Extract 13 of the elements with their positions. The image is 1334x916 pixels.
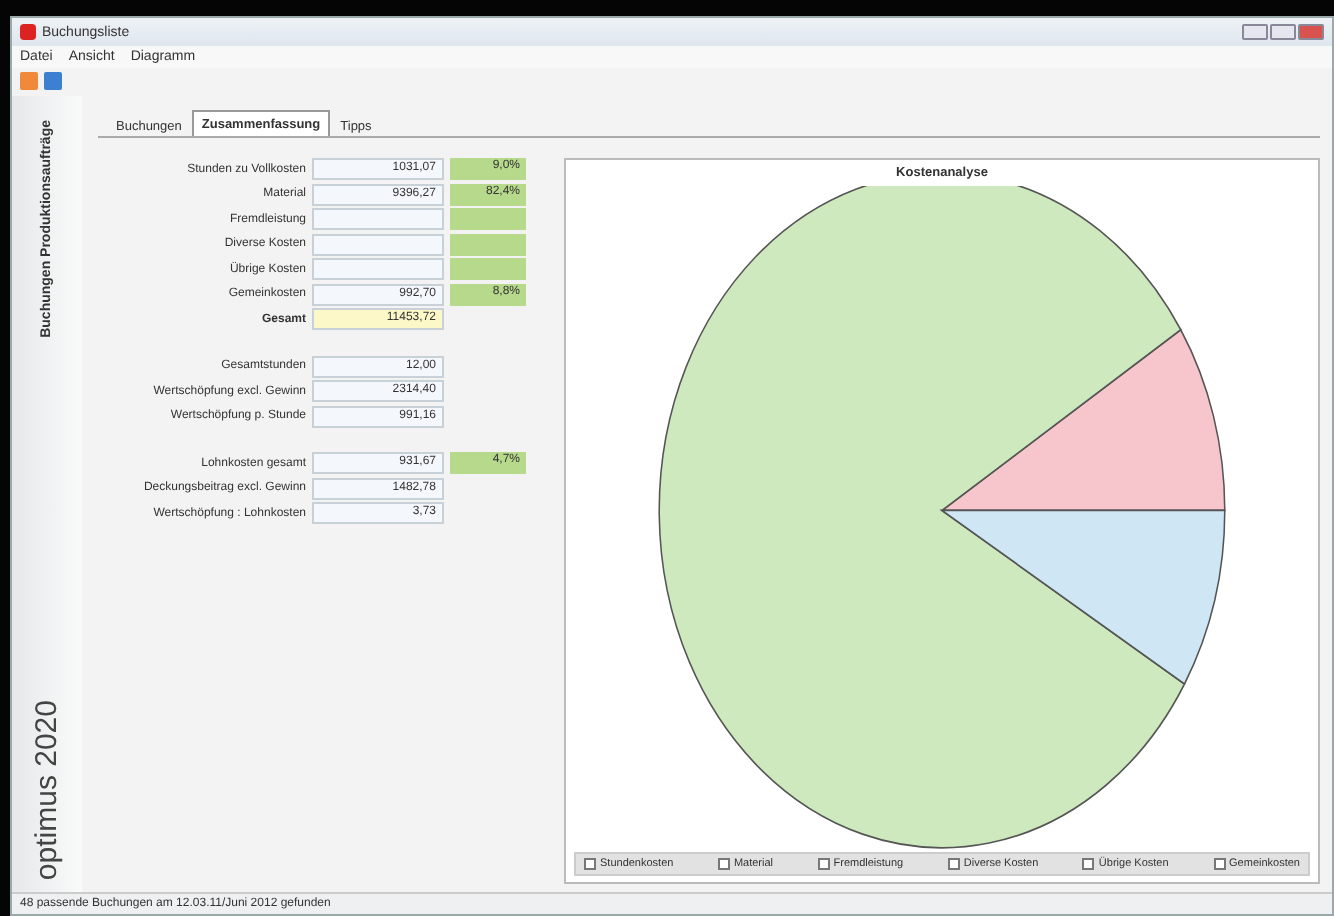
value-field bbox=[312, 233, 444, 256]
value-field bbox=[312, 258, 444, 281]
maximize-button[interactable] bbox=[1270, 24, 1296, 40]
percent-field bbox=[450, 258, 526, 281]
close-button[interactable] bbox=[1298, 24, 1324, 40]
app-logo-icon bbox=[20, 24, 36, 40]
minimize-button[interactable] bbox=[1242, 24, 1268, 40]
value-field bbox=[312, 208, 444, 231]
brand-logo-text: optimus 2020 bbox=[30, 699, 64, 880]
percent-field bbox=[450, 233, 526, 256]
percent-field bbox=[450, 208, 526, 231]
toolbar-square-icon[interactable] bbox=[20, 72, 38, 90]
toolbar-square-icon[interactable] bbox=[44, 72, 62, 90]
